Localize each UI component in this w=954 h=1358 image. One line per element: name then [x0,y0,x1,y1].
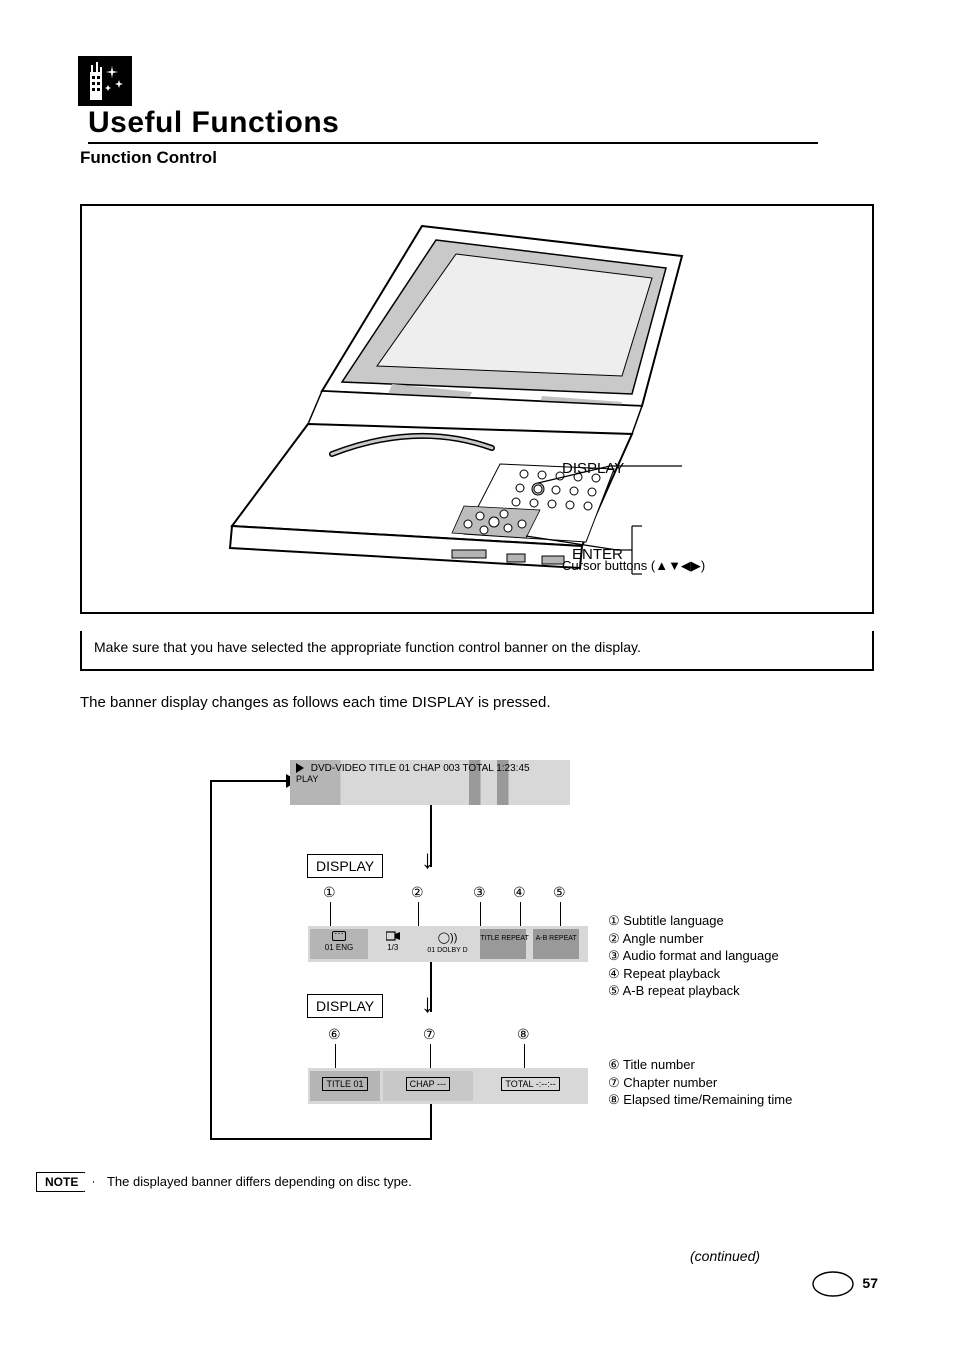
circled-2: ② [411,884,424,900]
status-banner-2: 01 ENG 1/3 ◯)) 01 DOLBY D TITLE REPEAT A… [308,926,588,962]
status1-line1: DVD-VIDEO TITLE 01 CHAP 003 TOTAL 1:23:4… [308,763,530,774]
camera-angle-icon [386,931,400,941]
device-figure: DISPLAY ENTER Cursor buttons (▲▼◀▶) [80,204,874,614]
banner-intro-text: The banner display changes as follows ea… [80,694,551,711]
legend-block-1: ① Subtitle language ② Angle number ③ Aud… [608,912,779,1000]
down-arrow-icon-2: ↓ [421,988,434,1019]
note-block: NOTE The displayed banner differs depend… [36,1172,412,1192]
circled-6: ⑥ [328,1026,341,1042]
note-text: The displayed banner differs depending o… [107,1174,412,1189]
title-rule [88,142,818,144]
seg-subtitle: 01 ENG [325,943,353,952]
circled-7: ⑦ [423,1026,436,1042]
seg-audio: 01 DOLBY D [427,947,467,954]
sparkle-tower-icon [84,62,126,100]
down-arrow-icon: ↓ [421,844,434,875]
figure-caption: Make sure that you have selected the app… [80,631,874,671]
page-header: Useful Functions [78,56,874,144]
portable-dvd-device-illustration [212,216,752,616]
page-oval-icon [811,1270,855,1298]
status-banner-3: TITLE 01 CHAP --- TOTAL -:--:-- [308,1068,588,1104]
audio-icon: ◯)) [438,932,458,944]
page-title: Useful Functions [88,106,818,140]
legend-2: Angle number [623,931,704,946]
legend-1: Subtitle language [623,913,723,928]
callout-display-label: DISPLAY [562,460,624,477]
note-label: NOTE [36,1172,85,1192]
circled-3: ③ [473,884,486,900]
legend-block-2: ⑥ Title number ⑦ Chapter number ⑧ Elapse… [608,1056,792,1109]
page-number: 57 [862,1275,878,1291]
status1-line2: PLAY [296,774,564,784]
circled-4: ④ [513,884,526,900]
circled-5: ⑤ [553,884,566,900]
legend-5: A-B repeat playback [623,983,740,998]
continued-label: (continued) [690,1248,760,1264]
play-icon [296,763,304,773]
seg-angle: 1/3 [387,943,398,952]
legend-7: Chapter number [623,1075,717,1090]
display-press-label-2: DISPLAY [307,994,383,1018]
legend-3: Audio format and language [623,948,779,963]
callout-cursor-label: Cursor buttons (▲▼◀▶) [562,558,705,574]
legend-6: Title number [623,1057,695,1072]
status-banner-1: DVD-VIDEO TITLE 01 CHAP 003 TOTAL 1:23:4… [290,760,570,805]
legend-4: Repeat playback [623,966,720,981]
seg-time: TOTAL -:--:-- [501,1077,559,1091]
display-press-label-1: DISPLAY [307,854,383,878]
section-icon [78,56,132,106]
seg-chapter: CHAP --- [406,1077,450,1091]
page-footer: 57 [811,1270,878,1298]
seg-title: TITLE 01 [322,1077,367,1091]
section-subtitle: Function Control [80,148,217,168]
seg-ab-repeat: A-B REPEAT [533,929,579,959]
subtitle-icon [332,931,346,941]
circled-8: ⑧ [517,1026,530,1042]
circled-1: ① [323,884,336,900]
seg-title-repeat: TITLE REPEAT [480,929,526,959]
legend-8: Elapsed time/Remaining time [623,1092,792,1107]
